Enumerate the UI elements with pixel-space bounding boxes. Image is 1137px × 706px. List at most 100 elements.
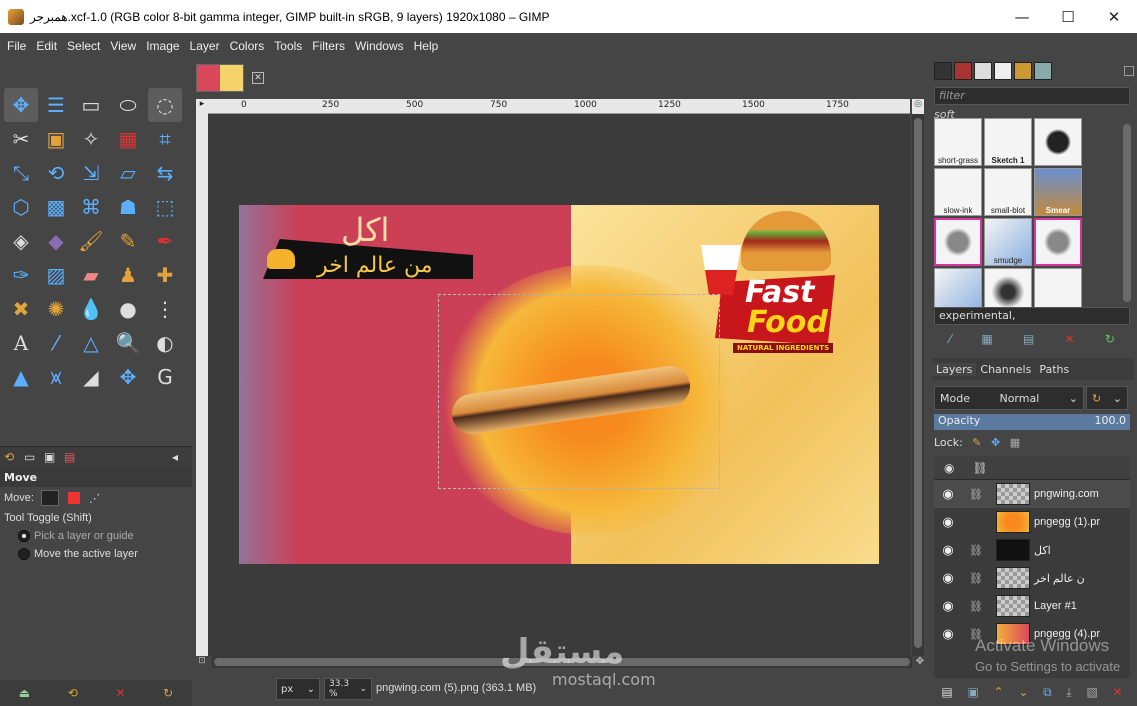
maximize-button[interactable]: ☐ — [1045, 0, 1091, 33]
pencil-icon[interactable]: ✎ — [111, 224, 145, 258]
tab-paths[interactable]: Paths — [1035, 363, 1073, 376]
brush-item[interactable]: small-blot — [984, 168, 1032, 216]
move-layer-mode-button[interactable] — [41, 490, 60, 506]
heal-tool-icon[interactable]: ✚ — [148, 258, 182, 292]
ellipse-select-tool-icon[interactable]: ⬭ — [111, 88, 145, 122]
layer-row[interactable]: ◉ pngegg (1).pr — [934, 508, 1130, 536]
warp-tool-icon[interactable]: ⌘ — [74, 190, 108, 224]
quick-mask-toggle-icon[interactable]: ▸ — [196, 99, 208, 114]
scissors-tool-icon[interactable]: ✂ — [4, 122, 38, 156]
duplicate-brush-icon[interactable]: ▤ — [1023, 332, 1034, 346]
tab-device-status[interactable]: ▭ — [24, 450, 35, 464]
save-options-icon[interactable]: ⏏ — [19, 686, 30, 700]
eraser-icon[interactable]: ▰ — [74, 258, 108, 292]
dock-menu-icon[interactable] — [1124, 66, 1134, 76]
gimp-g-icon[interactable]: G — [148, 360, 182, 394]
tab-channels[interactable]: Channels — [976, 363, 1035, 376]
vertical-scrollbar[interactable] — [912, 114, 924, 656]
eye-icon[interactable]: ◉ — [934, 486, 962, 502]
foreground-select-icon[interactable]: ▣ — [39, 122, 73, 156]
tab-images[interactable]: ▤ — [64, 450, 75, 464]
airbrush-icon[interactable]: ✒ — [148, 224, 182, 258]
delete-options-icon[interactable]: ✕ — [115, 686, 125, 700]
eye-icon[interactable]: ◉ — [934, 570, 962, 586]
lock-pixels-icon[interactable]: ✎ — [972, 436, 981, 449]
layer-row[interactable]: ◉ ⛓ Layer #1 — [934, 592, 1130, 620]
chain-icon[interactable]: ⛓ — [962, 544, 990, 557]
eye-icon[interactable]: ◉ — [934, 626, 962, 642]
opacity-slider[interactable]: Opacity 100.0 — [934, 414, 1130, 430]
offset-icon[interactable]: ✥ — [111, 360, 145, 394]
tab-document-icon[interactable] — [994, 62, 1012, 80]
move-path-mode-button[interactable]: ⋰ — [89, 492, 100, 505]
scale-tool-icon[interactable]: ⇲ — [74, 156, 108, 190]
measure-tool-icon[interactable]: △ — [74, 326, 108, 360]
edit-brush-icon[interactable]: ⁄ — [949, 332, 951, 346]
layer-row[interactable]: ◉ ⛓ pngwing.com — [934, 480, 1130, 508]
perspective-clone-icon[interactable]: ✖ — [4, 292, 38, 326]
menu-filters[interactable]: Filters — [307, 39, 350, 53]
eye-icon[interactable]: ◉ — [934, 514, 962, 530]
zoom-tool-icon[interactable]: 🔍 — [111, 326, 145, 360]
brush-item[interactable]: Smear — [1034, 168, 1082, 216]
delete-brush-icon[interactable]: ✕ — [1065, 332, 1075, 346]
zoom-select[interactable]: 33.3 % ⌄ — [324, 678, 372, 700]
text-tool-icon[interactable]: A — [4, 326, 38, 360]
raise-layer-icon[interactable]: ⌃ — [994, 685, 1004, 699]
curves-icon[interactable]: ⩙ — [39, 360, 73, 394]
merge-layer-icon[interactable]: ⤓ — [1066, 685, 1071, 700]
menu-file[interactable]: File — [2, 39, 31, 53]
chain-icon[interactable]: ⛓ — [962, 572, 990, 585]
vertical-scroll-thumb[interactable] — [914, 118, 922, 648]
menu-help[interactable]: Help — [409, 39, 444, 53]
chain-icon[interactable]: ⛓ — [962, 488, 990, 501]
unified-transform-icon[interactable]: ⤡ — [4, 156, 38, 190]
clone-tool-icon[interactable]: ♟ — [111, 258, 145, 292]
tab-brushes-icon[interactable] — [934, 62, 952, 80]
delete-layer-icon[interactable]: ✕ — [1113, 685, 1123, 699]
lasso-tool-icon[interactable]: ◌ — [148, 88, 182, 122]
brush-scrollbar[interactable] — [1123, 124, 1131, 302]
new-group-icon[interactable]: ▣ — [967, 685, 978, 699]
navigation-cross-icon[interactable]: ✥ — [914, 656, 926, 668]
zoom-follow-icon[interactable]: ◎ — [912, 99, 924, 114]
move-tool-icon[interactable]: ✥ — [4, 88, 38, 122]
shear-tool-icon[interactable]: ▱ — [111, 156, 145, 190]
move-active-option[interactable]: Move the active layer — [0, 545, 192, 563]
image-canvas[interactable]: اكل من عالم اخر Fast Food NATURAL INGRED… — [239, 205, 879, 564]
color-picker-icon[interactable]: ⁄ — [39, 326, 73, 360]
tab-dynamics-icon[interactable] — [954, 62, 972, 80]
mode-select[interactable]: Mode Normal ⌄ — [934, 386, 1084, 410]
brush-item[interactable]: Sketch 1 — [984, 118, 1032, 166]
brush-item[interactable]: short-grass — [934, 118, 982, 166]
rotate-tool-icon[interactable]: ⟲ — [39, 156, 73, 190]
restore-options-icon[interactable]: ⟲ — [68, 686, 78, 700]
lower-layer-icon[interactable]: ⌄ — [1018, 685, 1028, 699]
pick-layer-radio[interactable] — [18, 530, 30, 543]
composite-mode-select[interactable]: ↻ ⌄ — [1086, 386, 1128, 410]
new-brush-icon[interactable]: ▦ — [981, 332, 992, 346]
perspective-tool-icon[interactable]: ⬡ — [4, 190, 38, 224]
selection-marquee[interactable] — [438, 294, 720, 489]
bucket-fill-icon[interactable]: ◆ — [39, 224, 73, 258]
gegl-operation-icon[interactable]: ◐ — [148, 326, 182, 360]
blur-sharpen-icon[interactable]: ✺ — [39, 292, 73, 326]
gradient-tool-icon[interactable]: ◢ — [74, 360, 108, 394]
tab-layers[interactable]: Layers — [932, 362, 977, 376]
dodge-burn-icon[interactable]: ● — [111, 292, 145, 326]
tab-fonts-icon[interactable] — [974, 62, 992, 80]
eye-icon[interactable]: ◉ — [934, 598, 962, 614]
brush-item[interactable] — [934, 218, 982, 266]
brush-item[interactable]: slow-ink — [934, 168, 982, 216]
fuzzy-select-icon[interactable]: ✧ — [74, 122, 108, 156]
mypaint-brush-icon[interactable]: ▨ — [39, 258, 73, 292]
menu-edit[interactable]: Edit — [31, 39, 62, 53]
levels-icon[interactable]: ▲ — [4, 360, 38, 394]
brush-item[interactable]: smudge — [984, 218, 1032, 266]
brush-filter-input[interactable]: filter — [934, 87, 1130, 105]
close-button[interactable]: ✕ — [1091, 0, 1137, 33]
brush-preset-field[interactable]: experimental, — [934, 307, 1130, 325]
tab-tool-options[interactable]: ⟲ — [4, 450, 14, 464]
unit-select[interactable]: px ⌄ — [276, 678, 320, 700]
color-select-icon[interactable]: ▦ — [111, 122, 145, 156]
